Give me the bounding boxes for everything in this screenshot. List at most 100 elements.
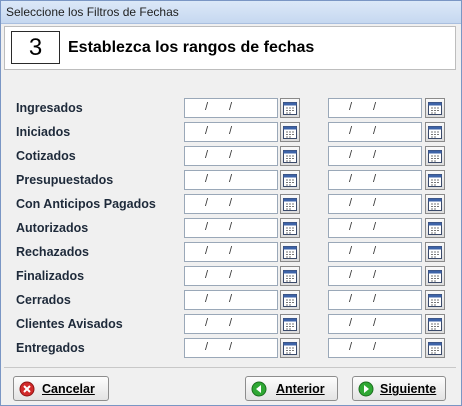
calendar-from-button[interactable] <box>280 122 300 142</box>
row-label: Presupuestados <box>16 173 114 187</box>
calendar-icon <box>428 270 442 283</box>
date-from-input[interactable]: / / <box>184 170 278 190</box>
date-to-input[interactable]: / / <box>328 314 422 334</box>
next-button[interactable]: Siguiente <box>352 376 446 401</box>
calendar-to-button[interactable] <box>425 170 445 190</box>
date-to-input[interactable]: / / <box>328 338 422 358</box>
calendar-icon <box>428 222 442 235</box>
step-header: 3 Establezca los rangos de fechas <box>4 26 456 70</box>
calendar-to-button[interactable] <box>425 218 445 238</box>
date-to-input[interactable]: / / <box>328 242 422 262</box>
calendar-to-button[interactable] <box>425 122 445 142</box>
row-label: Entregados <box>16 341 85 355</box>
date-separator: / <box>205 293 209 305</box>
date-separator: / <box>205 173 209 185</box>
date-separator: / <box>229 245 233 257</box>
calendar-icon <box>283 342 297 355</box>
date-separator: / <box>373 173 377 185</box>
date-to-input[interactable]: / / <box>328 170 422 190</box>
date-to-input[interactable]: / / <box>328 146 422 166</box>
date-from-input[interactable]: / / <box>184 194 278 214</box>
row-label: Cerrados <box>16 293 71 307</box>
date-to-input[interactable]: / / <box>328 218 422 238</box>
calendar-to-button[interactable] <box>425 338 445 358</box>
calendar-from-button[interactable] <box>280 194 300 214</box>
date-separator: / <box>373 221 377 233</box>
date-from-input[interactable]: / / <box>184 314 278 334</box>
date-separator: / <box>349 173 353 185</box>
step-number: 3 <box>11 31 60 64</box>
calendar-icon <box>283 198 297 211</box>
calendar-icon <box>428 294 442 307</box>
date-separator: / <box>205 149 209 161</box>
calendar-to-button[interactable] <box>425 194 445 214</box>
calendar-from-button[interactable] <box>280 170 300 190</box>
date-separator: / <box>349 125 353 137</box>
calendar-from-button[interactable] <box>280 314 300 334</box>
row-label: Cotizados <box>16 149 76 163</box>
date-from-input[interactable]: / / <box>184 266 278 286</box>
step-heading: Establezca los rangos de fechas <box>68 39 315 56</box>
calendar-from-button[interactable] <box>280 266 300 286</box>
date-separator: / <box>373 125 377 137</box>
calendar-from-button[interactable] <box>280 218 300 238</box>
date-separator: / <box>373 149 377 161</box>
date-from-input[interactable]: / / <box>184 290 278 310</box>
date-separator: / <box>205 197 209 209</box>
date-to-input[interactable]: / / <box>328 290 422 310</box>
calendar-from-button[interactable] <box>280 242 300 262</box>
date-from-input[interactable]: / / <box>184 98 278 118</box>
next-button-label: Siguiente <box>380 382 437 396</box>
calendar-from-button[interactable] <box>280 98 300 118</box>
row-label: Ingresados <box>16 101 83 115</box>
calendar-from-button[interactable] <box>280 146 300 166</box>
bottom-divider <box>4 367 456 368</box>
calendar-to-button[interactable] <box>425 290 445 310</box>
calendar-icon <box>428 174 442 187</box>
date-separator: / <box>229 101 233 113</box>
calendar-to-button[interactable] <box>425 242 445 262</box>
row-label: Rechazados <box>16 245 89 259</box>
date-separator: / <box>373 341 377 353</box>
cancel-icon <box>19 381 35 397</box>
previous-button[interactable]: Anterior <box>245 376 338 401</box>
date-separator: / <box>205 317 209 329</box>
calendar-to-button[interactable] <box>425 266 445 286</box>
calendar-icon <box>428 198 442 211</box>
arrow-right-icon <box>358 381 374 397</box>
date-separator: / <box>229 197 233 209</box>
calendar-icon <box>428 150 442 163</box>
date-separator: / <box>349 101 353 113</box>
date-to-input[interactable]: / / <box>328 266 422 286</box>
calendar-to-button[interactable] <box>425 314 445 334</box>
calendar-to-button[interactable] <box>425 98 445 118</box>
date-to-input[interactable]: / / <box>328 98 422 118</box>
date-separator: / <box>205 269 209 281</box>
date-to-input[interactable]: / / <box>328 122 422 142</box>
date-separator: / <box>205 125 209 137</box>
date-separator: / <box>205 101 209 113</box>
date-from-input[interactable]: / / <box>184 146 278 166</box>
row-label: Autorizados <box>16 221 89 235</box>
date-separator: / <box>349 317 353 329</box>
calendar-from-button[interactable] <box>280 338 300 358</box>
calendar-icon <box>283 318 297 331</box>
calendar-from-button[interactable] <box>280 290 300 310</box>
date-separator: / <box>229 221 233 233</box>
calendar-icon <box>283 246 297 259</box>
date-from-input[interactable]: / / <box>184 122 278 142</box>
date-from-input[interactable]: / / <box>184 242 278 262</box>
window-title: Seleccione los Filtros de Fechas <box>6 5 179 19</box>
date-separator: / <box>349 341 353 353</box>
calendar-icon <box>428 246 442 259</box>
calendar-icon <box>283 174 297 187</box>
date-separator: / <box>349 293 353 305</box>
date-separator: / <box>205 245 209 257</box>
date-from-input[interactable]: / / <box>184 338 278 358</box>
date-separator: / <box>349 149 353 161</box>
date-to-input[interactable]: / / <box>328 194 422 214</box>
calendar-to-button[interactable] <box>425 146 445 166</box>
date-from-input[interactable]: / / <box>184 218 278 238</box>
cancel-button[interactable]: Cancelar <box>13 376 109 401</box>
row-label: Clientes Avisados <box>16 317 123 331</box>
